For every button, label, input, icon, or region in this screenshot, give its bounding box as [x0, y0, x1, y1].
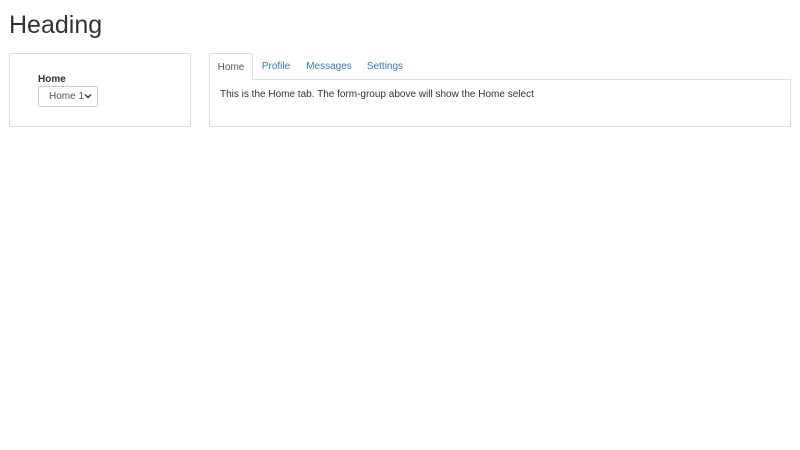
- tab-content-text: This is the Home tab. The form-group abo…: [220, 89, 534, 100]
- home-select-value: Home 1: [49, 91, 85, 102]
- tab-settings[interactable]: Settings: [359, 53, 411, 80]
- tab-home[interactable]: Home: [209, 53, 253, 80]
- tab-messages[interactable]: Messages: [299, 53, 359, 80]
- tab-content-panel: This is the Home tab. The form-group abo…: [209, 79, 791, 127]
- tab-bar: Home Profile Messages Settings: [209, 53, 791, 80]
- home-select-label: Home: [38, 74, 66, 85]
- form-group-panel: Home Home 1: [9, 53, 191, 127]
- page: Heading Home Home 1 Home Profile Message…: [0, 0, 800, 450]
- tabs-container: Home Profile Messages Settings This is t…: [209, 53, 791, 127]
- tab-profile[interactable]: Profile: [253, 53, 299, 80]
- page-heading: Heading: [9, 11, 103, 39]
- chevron-down-icon: [84, 94, 92, 99]
- home-select[interactable]: Home 1: [38, 86, 98, 107]
